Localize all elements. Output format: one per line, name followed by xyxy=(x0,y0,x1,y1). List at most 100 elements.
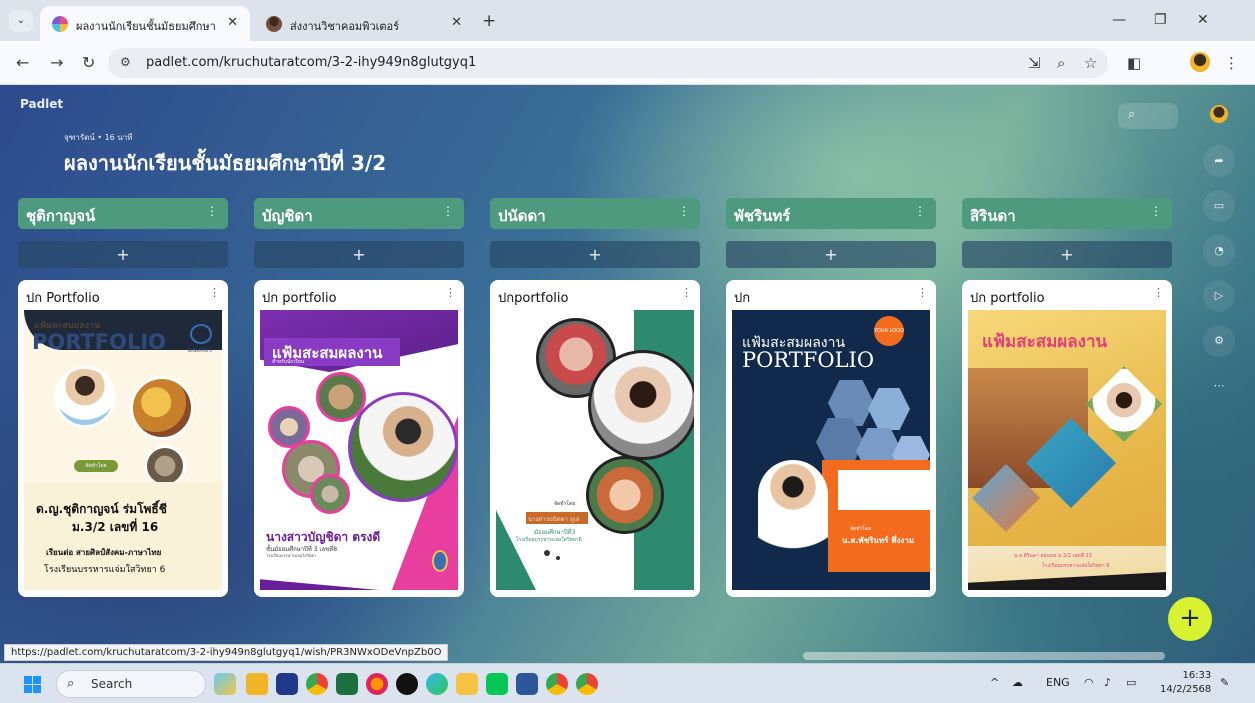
column-header[interactable]: พัชรินทร์ ⋮ xyxy=(726,198,936,229)
volume-icon[interactable]: ♪ xyxy=(1104,676,1111,689)
school-name: โรงเรียนบรรหารแจ่มใสวิทยา 6 xyxy=(1042,563,1110,569)
post-card[interactable]: ปก portfolio ⋮ แฟ้มสะสมผลงาน สำหรับนักเร… xyxy=(254,280,464,597)
post-card[interactable]: ปก Portfolio ⋮ แฟ้มสะสมผลงาน PORTFOLIO B… xyxy=(18,280,228,597)
close-icon[interactable]: ✕ xyxy=(227,15,238,30)
post-cover-image[interactable]: แฟ้มสะสมผลงาน สำหรับนักเรียน นางสาวบัญชิ… xyxy=(260,310,458,590)
add-post-button[interactable]: + xyxy=(18,241,228,268)
bookmark-star-icon[interactable]: ☆ xyxy=(1084,54,1097,72)
folder-icon[interactable] xyxy=(456,673,478,695)
profile-avatar[interactable] xyxy=(1190,52,1210,72)
tab-search-button[interactable]: ⌄ xyxy=(9,10,33,32)
new-tab-button[interactable]: + xyxy=(482,11,496,31)
column-menu-icon[interactable]: ⋮ xyxy=(678,204,690,218)
forward-arrow-icon[interactable]: → xyxy=(50,53,63,72)
cover-line1: แฟ้มสะสมผลงาน xyxy=(982,332,1108,352)
battery-icon[interactable]: ▭ xyxy=(1126,676,1136,689)
student-photo xyxy=(54,366,116,428)
zoom-icon[interactable]: ⌕ xyxy=(1057,54,1065,72)
tab-computer-assignment[interactable]: ส่งงานวิชาคอมพิวเตอร์ ✕ xyxy=(254,6,474,41)
cloud-sync-icon[interactable]: ☁ xyxy=(1012,676,1023,689)
post-menu-icon[interactable]: ⋮ xyxy=(1153,286,1164,299)
column-menu-icon[interactable]: ⋮ xyxy=(914,204,926,218)
add-post-button[interactable]: + xyxy=(254,241,464,268)
search-label: Search xyxy=(91,677,133,691)
notification-bell-icon[interactable]: ◔ xyxy=(1203,235,1235,267)
window-close-button[interactable]: ✕ xyxy=(1197,12,1209,28)
chrome-profile-icon[interactable] xyxy=(576,673,598,695)
side-panel-icon[interactable]: ◧ xyxy=(1127,54,1141,72)
cover-tag: จัดทำโดย xyxy=(554,501,576,507)
column-menu-icon[interactable]: ⋮ xyxy=(1150,204,1162,218)
chrome-profile-icon[interactable] xyxy=(546,673,568,695)
cover-line2: PORTFOLIO xyxy=(742,348,875,372)
student-name: น.ส.พัชรินทร์ พึ่งงาม xyxy=(842,536,915,545)
post-menu-icon[interactable]: ⋮ xyxy=(445,286,456,299)
padlet-favicon-icon xyxy=(52,16,68,32)
column-header[interactable]: ปนัดดา ⋮ xyxy=(490,198,700,229)
column-header[interactable]: สิรินดา ⋮ xyxy=(962,198,1172,229)
post-menu-icon[interactable]: ⋮ xyxy=(917,286,928,299)
windows-start-icon[interactable] xyxy=(24,676,41,693)
add-post-button[interactable]: + xyxy=(726,241,936,268)
address-bar[interactable]: ⚙ padlet.com/kruchutaratcom/3-2-ihy949n8… xyxy=(108,48,1108,78)
slideshow-icon[interactable]: ▭ xyxy=(1203,190,1235,222)
share-icon[interactable]: ➦ xyxy=(1203,145,1235,177)
notifications-icon[interactable]: ✎ xyxy=(1220,676,1229,689)
wifi-icon[interactable]: ◠ xyxy=(1084,676,1094,689)
tab-strip: ⌄ ผลงานนักเรียนชั้นมัธยมศึกษาปีที่ 3/2 ✕… xyxy=(0,0,1255,41)
firefox-icon[interactable] xyxy=(366,673,388,695)
column-menu-icon[interactable]: ⋮ xyxy=(442,204,454,218)
tray-chevron-icon[interactable]: ^ xyxy=(990,676,999,689)
school-logo-icon xyxy=(190,324,212,344)
minimize-button[interactable]: — xyxy=(1112,12,1126,28)
widget-icon[interactable] xyxy=(214,673,236,695)
post-cover-image[interactable]: แฟ้มสะสมผลงาน PORTFOLIO BANHARN 6 จัดทำโ… xyxy=(24,310,222,590)
play-icon[interactable]: ▷ xyxy=(1203,280,1235,312)
post-cover-image[interactable]: แฟ้มสะสมผลงาน น.ส.สิรินดา สอนบท ม.3/2 เล… xyxy=(968,310,1166,590)
post-menu-icon[interactable]: ⋮ xyxy=(209,286,220,299)
add-post-button[interactable]: + xyxy=(490,241,700,268)
column-header[interactable]: บัญชิดา ⋮ xyxy=(254,198,464,229)
back-arrow-icon[interactable]: ← xyxy=(16,53,29,72)
browser-menu-icon[interactable]: ⋮ xyxy=(1224,54,1239,72)
user-avatar[interactable] xyxy=(1210,105,1228,123)
settings-gear-icon[interactable]: ⚙ xyxy=(1203,325,1235,357)
taskbar-search[interactable]: ⌕ Search xyxy=(56,670,206,698)
column-menu-icon[interactable]: ⋮ xyxy=(206,204,218,218)
input-language[interactable]: ENG xyxy=(1046,676,1070,689)
tab-padlet[interactable]: ผลงานนักเรียนชั้นมัธยมศึกษาปีที่ 3/2 ✕ xyxy=(40,6,250,41)
add-post-button[interactable]: + xyxy=(962,241,1172,268)
file-explorer-icon[interactable] xyxy=(246,673,268,695)
padlet-logo[interactable]: Padlet xyxy=(20,97,63,111)
column-header[interactable]: ชุติกาญจน์ ⋮ xyxy=(18,198,228,229)
more-options-icon[interactable]: ⋯ xyxy=(1203,370,1235,402)
excel-icon[interactable] xyxy=(336,673,358,695)
reload-icon[interactable]: ↻ xyxy=(82,53,95,72)
post-cover-image[interactable]: แฟ้มสะสมผลงาน PORTFOLIO YOUR LOGO จัดทำโ… xyxy=(732,310,930,590)
board-search-button[interactable]: ⌕ xyxy=(1118,103,1178,129)
word-icon[interactable] xyxy=(516,673,538,695)
line-icon[interactable] xyxy=(486,673,508,695)
column-name: พัชรินทร์ xyxy=(734,207,791,225)
post-cover-image[interactable]: จัดทำโดย นางสาวปนัดดา ภูเล มัธยมศึกษาปีท… xyxy=(496,310,694,590)
post-card[interactable]: ปกportfolio ⋮ จัดทำโดย นางสาวปนัดดา ภูเล… xyxy=(490,280,700,597)
add-post-fab[interactable]: + xyxy=(1168,597,1212,641)
post-card[interactable]: ปก portfolio ⋮ แฟ้มสะสมผลงาน น.ส.สิรินดา… xyxy=(962,280,1172,597)
action-rail: ➦ ▭ ◔ ▷ ⚙ ⋯ xyxy=(1189,95,1249,575)
edge-icon[interactable] xyxy=(426,673,448,695)
student-class: ม.3/2 เลขที่ 16 xyxy=(72,520,159,534)
cover-tag: จัดทำโดย xyxy=(74,460,118,472)
system-clock[interactable]: 16:33 14/2/2568 xyxy=(1160,669,1211,697)
restore-button[interactable]: ❐ xyxy=(1154,12,1167,28)
close-icon[interactable]: ✕ xyxy=(451,15,462,30)
store-icon[interactable] xyxy=(276,673,298,695)
site-settings-icon[interactable]: ⚙ xyxy=(120,55,131,69)
chrome-icon[interactable] xyxy=(306,673,328,695)
post-card[interactable]: ปก ⋮ แฟ้มสะสมผลงาน PORTFOLIO YOUR LOGO จ… xyxy=(726,280,936,597)
post-menu-icon[interactable]: ⋮ xyxy=(681,286,692,299)
windows-taskbar: ⌕ Search ^ ☁ ENG ◠ ♪ ▭ 16:33 14/2/2568 ✎ xyxy=(0,663,1255,703)
horizontal-scrollbar[interactable] xyxy=(803,652,1165,660)
cover-tag: จัดทำโดย xyxy=(850,526,872,532)
install-app-icon[interactable]: ⇲ xyxy=(1028,54,1041,72)
tiktok-icon[interactable] xyxy=(396,673,418,695)
